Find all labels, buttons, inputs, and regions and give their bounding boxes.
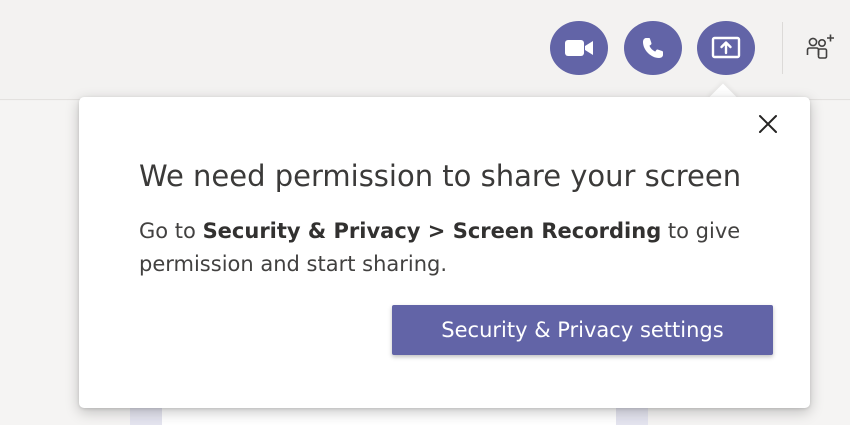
share-screen-button[interactable] xyxy=(697,21,755,75)
add-people-icon xyxy=(806,34,834,59)
toolbar-divider xyxy=(782,22,783,74)
video-camera-icon xyxy=(565,40,593,56)
dialog-title: We need permission to share your screen xyxy=(139,159,742,193)
close-dialog-button[interactable] xyxy=(755,111,781,137)
dialog-message-path: Security & Privacy > Screen Recording xyxy=(202,219,662,243)
screen-share-permission-dialog: We need permission to share your screen … xyxy=(79,97,810,408)
phone-icon xyxy=(643,38,663,58)
video-call-button[interactable] xyxy=(550,21,608,75)
dialog-message: Go to Security & Privacy > Screen Record… xyxy=(139,215,759,281)
popup-pointer-joint xyxy=(704,97,744,111)
dialog-message-prefix: Go to xyxy=(139,219,203,243)
security-privacy-settings-button[interactable]: Security & Privacy settings xyxy=(392,305,773,355)
audio-call-button[interactable] xyxy=(624,21,682,75)
share-screen-icon xyxy=(711,36,741,59)
close-icon xyxy=(759,115,777,133)
add-people-button[interactable] xyxy=(800,30,840,66)
